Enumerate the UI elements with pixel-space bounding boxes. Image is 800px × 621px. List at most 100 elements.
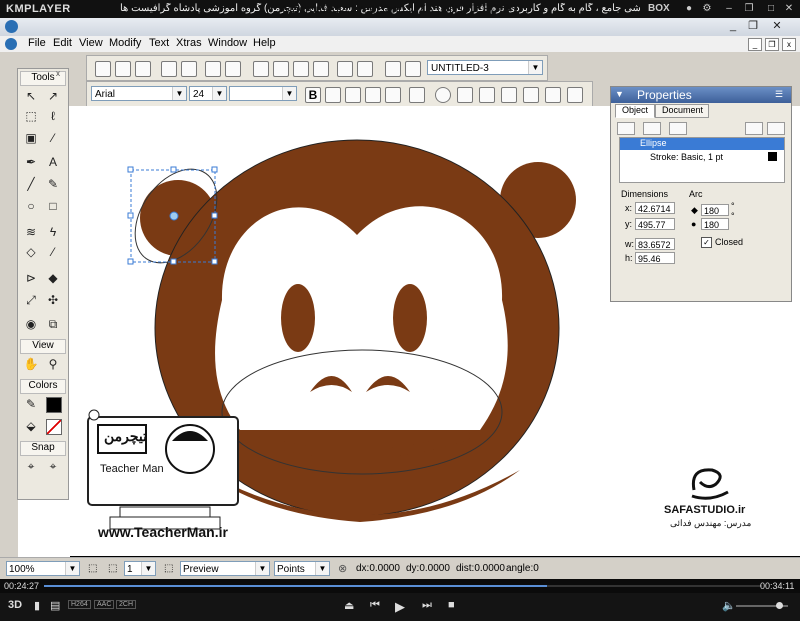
tools-close-icon[interactable]: x xyxy=(56,70,64,78)
freeform-icon[interactable]: ≋ xyxy=(22,223,40,241)
subselect-icon[interactable]: ↗ xyxy=(44,87,62,105)
eraser-icon[interactable]: ◇ xyxy=(22,243,40,261)
next-page-icon[interactable]: ⬚ xyxy=(164,563,173,574)
effect-add-icon[interactable] xyxy=(669,122,687,135)
teacherman-fa: تیچرمن xyxy=(104,428,148,444)
skew-icon[interactable]: ◆ xyxy=(44,269,62,287)
pencil-icon[interactable]: ✎ xyxy=(44,175,62,193)
view-mode-select[interactable]: Preview ▼ xyxy=(180,561,270,576)
hand-icon[interactable]: ✋ xyxy=(22,355,40,373)
cancel-render-icon[interactable]: ⊗ xyxy=(338,562,347,575)
properties-icon-row xyxy=(617,122,785,135)
snap-heading: Snap xyxy=(20,441,66,456)
dy-readout: dy:0.0000 xyxy=(406,563,450,574)
snap-guide-icon[interactable]: ⌖ xyxy=(44,457,62,475)
rectangle-icon[interactable]: □ xyxy=(44,197,62,215)
tab-document[interactable]: Document xyxy=(655,104,709,118)
fill-add-icon[interactable] xyxy=(643,122,661,135)
zoom-select[interactable]: 100% ▼ xyxy=(6,561,80,576)
page-value: 1 xyxy=(127,564,133,575)
degree-icon: ° xyxy=(731,211,735,221)
connector-icon[interactable]: ⧉ xyxy=(44,315,62,333)
units-select[interactable]: Points ▼ xyxy=(274,561,330,576)
extrude-icon[interactable]: ◉ xyxy=(22,315,40,333)
stroke-color-chip xyxy=(768,152,777,161)
volume-knob[interactable] xyxy=(776,602,783,609)
stroke-color-icon[interactable]: ✎ xyxy=(22,395,40,413)
ellipse-icon[interactable]: ○ xyxy=(22,197,40,215)
safastudio-logo xyxy=(691,468,729,500)
object-row-ellipse[interactable]: Ellipse xyxy=(620,138,784,150)
closed-checkbox[interactable]: ✓ xyxy=(701,237,712,248)
stop-icon[interactable]: ■ xyxy=(448,599,455,611)
panel-menu-icon[interactable]: ☰ xyxy=(775,89,783,100)
eyedropper-icon[interactable]: ⁄ xyxy=(44,129,62,147)
h-field[interactable]: 95.46 xyxy=(635,252,675,264)
handle-bm xyxy=(170,258,177,265)
play-icon[interactable]: ▶ xyxy=(395,599,405,615)
x-field[interactable]: 42.6714 xyxy=(635,202,675,214)
menu-icon[interactable]: ▮ xyxy=(34,599,40,612)
seek-bar[interactable] xyxy=(0,579,800,593)
center-point xyxy=(169,211,179,221)
handle-tr xyxy=(211,166,218,173)
line-icon[interactable]: ╱ xyxy=(22,175,40,193)
page-icon[interactable]: ⬚ xyxy=(108,563,117,574)
object-row-stroke[interactable]: Stroke: Basic, 1 pt xyxy=(620,151,784,163)
snap-point-icon[interactable]: ⌖ xyxy=(22,457,40,475)
prev-page-icon[interactable]: ⬚ xyxy=(88,563,97,574)
zoom-icon[interactable]: ⚲ xyxy=(44,355,62,373)
dimensions-label: Dimensions xyxy=(621,189,669,199)
knife-icon[interactable]: ϟ xyxy=(44,223,62,241)
units-value: Points xyxy=(277,564,305,575)
collapse-icon[interactable]: ▼ xyxy=(615,89,624,99)
stroke-add-icon[interactable] xyxy=(617,122,635,135)
properties-panel: ▼ Properties ☰ Object Document Ellipse S… xyxy=(610,86,792,302)
dist-readout: dist:0.0000 xyxy=(456,563,505,574)
y-field[interactable]: 495.77 xyxy=(635,218,675,230)
page-select[interactable]: 1 ▼ xyxy=(124,561,156,576)
trash-icon[interactable] xyxy=(767,122,785,135)
zoom-value: 100% xyxy=(9,564,35,575)
handle-tl xyxy=(127,166,134,173)
tools-panel: Tools ↖ ↗ ⬚ ℓ ▣ ⁄ ✒ A ╱ ✎ ○ □ ≋ ϟ ◇ ⁄ ⊳ … xyxy=(17,68,69,500)
duplicate-icon[interactable] xyxy=(745,122,763,135)
seek-progress xyxy=(44,585,547,587)
previous-icon[interactable]: ⏮ xyxy=(370,599,380,612)
arc-label: Arc xyxy=(689,189,703,199)
view-heading: View xyxy=(20,339,66,354)
fill-color-icon[interactable]: ⬙ xyxy=(22,417,40,435)
closed-label: Closed xyxy=(715,237,744,247)
degree-icon: ° xyxy=(731,201,735,211)
pointer-icon[interactable]: ↖ xyxy=(22,87,40,105)
brush-icon[interactable]: ⁄ xyxy=(44,243,62,261)
arc-start-icon: ◆ xyxy=(691,205,698,215)
codec-channels-badge: 2CH xyxy=(116,600,137,609)
3d-icon[interactable]: 3D xyxy=(8,599,22,611)
page-icon[interactable]: ⬚ xyxy=(22,107,40,125)
lasso-icon[interactable]: ℓ xyxy=(44,107,62,125)
playlist-icon[interactable]: ▤ xyxy=(50,599,60,612)
scale-icon[interactable]: ⊳ xyxy=(22,269,40,287)
arc-start-field[interactable]: 180 xyxy=(701,204,729,216)
safastudio-url: SAFASTUDIO.ir xyxy=(664,504,746,516)
trace-icon[interactable]: ▣ xyxy=(22,129,40,147)
next-icon[interactable]: ⏭ xyxy=(422,599,432,612)
object-list: Ellipse Stroke: Basic, 1 pt xyxy=(619,137,785,183)
rotate-icon[interactable]: ✣ xyxy=(44,291,62,309)
volume-icon[interactable]: 🔈 xyxy=(722,599,736,612)
eject-icon[interactable]: ⏏ xyxy=(344,599,354,612)
pen-icon[interactable]: ✒ xyxy=(22,153,40,171)
safastudio-instructor: مدرس: مهندس فدائی xyxy=(670,518,752,528)
dx-readout: dx:0.0000 xyxy=(356,563,400,574)
selection-ellipse xyxy=(127,166,218,265)
fill-swatch[interactable] xyxy=(46,419,62,435)
text-icon[interactable]: A xyxy=(44,153,62,171)
handle-mr xyxy=(211,212,218,219)
arc-end-field[interactable]: 180 xyxy=(701,218,729,230)
w-field[interactable]: 83.6572 xyxy=(635,238,675,250)
stroke-swatch[interactable] xyxy=(46,397,62,413)
reflect-icon[interactable]: ⤢ xyxy=(22,291,40,309)
angle-readout: angle:0 xyxy=(506,563,539,574)
tab-object[interactable]: Object xyxy=(615,104,656,118)
